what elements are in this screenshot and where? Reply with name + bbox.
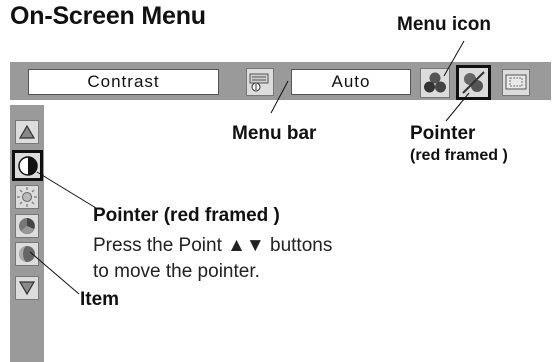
menu-icon-leader: [443, 40, 465, 77]
item-leader: [29, 251, 80, 295]
pointer-left-label: Pointer (red framed ): [93, 205, 280, 226]
menu-bar-leader: [270, 80, 289, 114]
item-label: Item: [80, 289, 120, 310]
instruction-line-1: Press the Point ▲▼ buttons: [93, 235, 333, 256]
menu-icon-label: Menu icon: [397, 14, 491, 35]
pointer-left-leader: [36, 171, 97, 209]
pointer-top-sublabel: (red framed ): [410, 147, 508, 164]
instruction-line-2: to move the pointer.: [93, 261, 260, 282]
menu-bar-label: Menu bar: [232, 123, 317, 144]
pointer-top-leader: [445, 92, 470, 122]
pointer-top-label: Pointer: [410, 123, 476, 144]
